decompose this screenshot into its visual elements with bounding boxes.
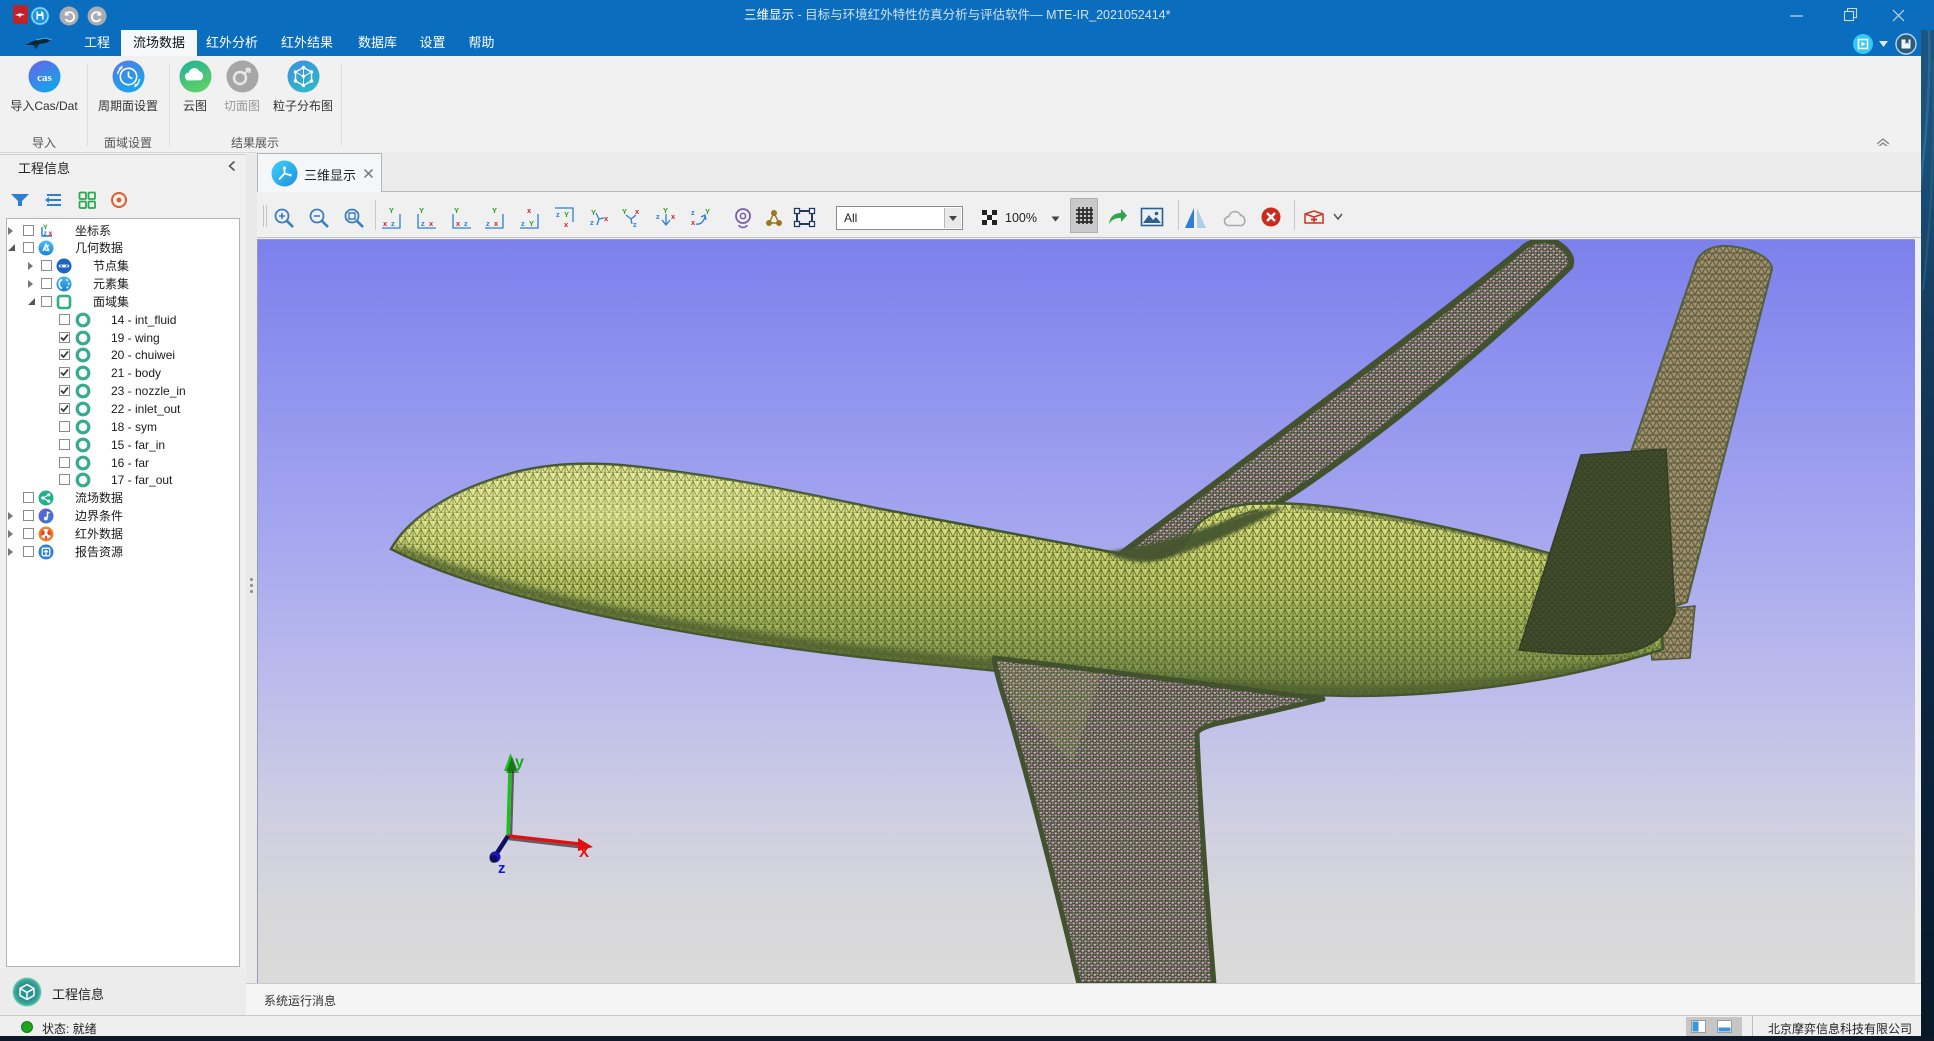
svg-text:x: x [456, 219, 461, 228]
svg-text:z: z [391, 219, 395, 228]
svg-text:Y: Y [492, 206, 497, 215]
svg-text:Y: Y [705, 207, 710, 216]
svg-text:z: z [464, 219, 468, 228]
svg-text:x: x [604, 214, 609, 223]
svg-text:Y: Y [622, 207, 627, 216]
svg-text:x: x [527, 206, 532, 215]
svg-text:z: z [521, 219, 525, 228]
svg-text:x: x [383, 219, 388, 228]
svg-text:x: x [691, 218, 696, 227]
svg-text:Y: Y [454, 206, 459, 215]
svg-text:x: x [671, 212, 676, 221]
svg-text:z: z [590, 218, 594, 227]
svg-text:Y: Y [389, 206, 394, 215]
svg-text:Y: Y [564, 210, 569, 219]
svg-text:z: z [656, 212, 660, 221]
svg-text:x: x [564, 220, 569, 229]
svg-text:y: y [515, 754, 524, 771]
svg-text:z: z [556, 210, 560, 219]
svg-text:z: z [421, 219, 425, 228]
svg-text:z: z [691, 208, 695, 217]
svg-text:Y: Y [663, 206, 668, 215]
svg-text:z: z [633, 220, 637, 229]
svg-text:x: x [429, 219, 434, 228]
svg-text:X: X [579, 844, 589, 861]
svg-text:x: x [494, 219, 499, 228]
svg-text:z: z [44, 230, 48, 237]
svg-text:z: z [498, 860, 506, 877]
svg-text:Y: Y [591, 208, 596, 217]
svg-text:Y: Y [529, 219, 534, 228]
svg-text:x: x [49, 230, 53, 237]
svg-text:Y: Y [419, 206, 424, 215]
svg-text:cas: cas [37, 72, 52, 84]
svg-text:z: z [486, 219, 490, 228]
svg-text:x: x [635, 207, 640, 216]
